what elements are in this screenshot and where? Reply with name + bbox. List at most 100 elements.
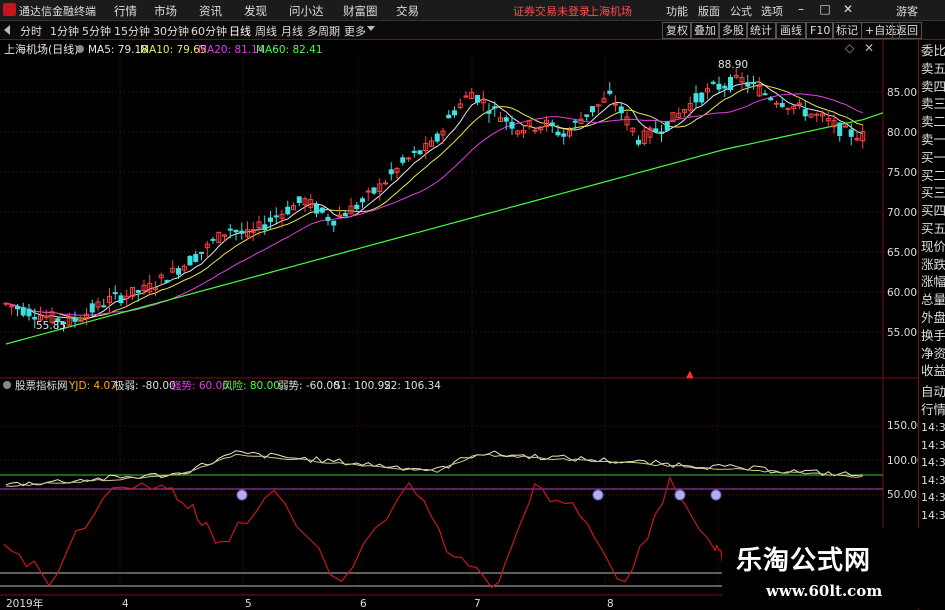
candle-body	[32, 316, 38, 320]
candle-body	[532, 129, 538, 132]
panel-row-17: 净资	[921, 345, 945, 361]
candle-body	[199, 251, 204, 254]
period-tab-30min[interactable]: 30分钟	[153, 23, 189, 39]
period-tab-15min[interactable]: 15分钟	[114, 23, 150, 39]
candle-body	[848, 129, 854, 137]
menu-item-zixun[interactable]: 资讯	[199, 3, 222, 19]
fengxian-legend: 风险: 80.00	[222, 379, 280, 392]
period-tab-1min[interactable]: 1分钟	[50, 23, 79, 39]
candle-body	[837, 122, 843, 137]
panel-row-11: 现价	[921, 238, 945, 254]
menu-item-faxian[interactable]: 发现	[244, 3, 267, 19]
panel-auto[interactable]: 自动	[921, 383, 945, 400]
signal-arrow-icon: ▲	[686, 369, 694, 380]
jiruo-legend: 极弱: -80.00	[114, 379, 176, 392]
low-price-label: 55.85	[36, 320, 66, 332]
candle-body	[762, 93, 768, 96]
price-tick-6: 55.00	[887, 327, 917, 339]
panel-time-1: 14:30	[921, 438, 945, 452]
candle-body	[584, 114, 590, 117]
period-tab-monthly[interactable]: 月线	[281, 23, 303, 39]
f10-button[interactable]: F10	[806, 22, 835, 39]
candle-body	[745, 82, 751, 87]
panel-row-10: 买五	[921, 221, 945, 236]
candle-body	[664, 121, 670, 131]
candle-body	[383, 182, 388, 185]
guest-label[interactable]: 游客	[896, 3, 918, 19]
high-price-label: 88.90	[718, 59, 748, 71]
period-tab-more[interactable]: 更多	[344, 23, 366, 39]
period-tab-weekly[interactable]: 周线	[255, 23, 277, 39]
menu-item-gongshi[interactable]: 公式	[730, 3, 752, 19]
diamond-icon[interactable]: ◇	[845, 41, 855, 55]
panel-time-3: 14:30	[921, 473, 945, 487]
menu-item-jiaoyi[interactable]: 交易	[396, 3, 419, 19]
price-tick-2: 75.00	[887, 167, 917, 179]
s1-line	[5, 450, 863, 487]
ma20-line	[5, 93, 863, 316]
candle-body	[3, 302, 9, 305]
menu-item-hangqing[interactable]: 行情	[114, 3, 137, 19]
candle-body	[314, 204, 319, 214]
candle-body	[417, 150, 423, 155]
candle-body	[716, 83, 722, 90]
login-warning[interactable]: 证券交易未登录	[513, 3, 590, 19]
candle-body	[268, 217, 273, 222]
menu-item-xuanxiang[interactable]: 选项	[761, 3, 783, 19]
fuquan-button[interactable]: 复权	[662, 22, 692, 39]
candle-body	[572, 120, 578, 123]
menu-item-shichang[interactable]: 市场	[154, 3, 177, 19]
signal-marker-icon	[710, 489, 722, 501]
watermark: 乐淘公式网 www.60lt.com	[722, 528, 945, 609]
candle-body	[388, 169, 394, 175]
candle-body	[699, 92, 705, 103]
minimize-icon[interactable]: –	[794, 2, 808, 16]
menu-item-banmian[interactable]: 版面	[698, 3, 720, 19]
candle-body	[285, 206, 291, 215]
back-button[interactable]: 返回	[892, 22, 922, 39]
period-tab-multi[interactable]: 多周期	[307, 23, 340, 39]
candle-body	[722, 85, 728, 89]
title-bar: 通达信金融终端 行情 市场 资讯 发现 问小达 财富圈 交易 证券交易未登录 上…	[0, 0, 945, 21]
indicator-settings-icon[interactable]	[3, 381, 11, 389]
signal-marker-icon	[236, 489, 248, 501]
chevron-down-icon[interactable]	[367, 26, 375, 31]
multi-stock-button[interactable]: 多股	[718, 22, 748, 39]
settings-dot-icon[interactable]	[76, 45, 84, 53]
maximize-icon[interactable]: □	[818, 2, 832, 16]
candle-body	[273, 215, 279, 218]
menu-item-caifuquan[interactable]: 财富圈	[343, 3, 378, 19]
candle-body	[331, 220, 337, 226]
period-tab-5min[interactable]: 5分钟	[82, 23, 111, 39]
quote-side-panel: 委比 卖五 卖四 卖三 卖二 卖一 买一 买二 买三 买四 买五 现价 涨跌 涨幅 总量 外盘 换手 净资 收益 自…	[918, 40, 945, 610]
mark-button[interactable]: 标记	[832, 22, 862, 39]
indicator-tick-1: 100.00	[887, 455, 918, 467]
scroll-left-icon[interactable]	[4, 25, 10, 35]
candle-body	[239, 230, 245, 234]
candle-body	[9, 305, 15, 308]
candle-body	[227, 228, 233, 231]
candle-body	[296, 196, 302, 204]
candle-body	[693, 93, 699, 103]
panel-row-4: 卖二	[921, 114, 945, 130]
statistics-button[interactable]: 统计	[746, 22, 776, 39]
qiangshi-legend: 强势: 60.00	[171, 379, 229, 392]
candle-body	[371, 187, 377, 194]
kline-chart[interactable]: 上海机场(日线) MA5: 79.18 MA10: 79.65 MA20: 81…	[0, 40, 918, 610]
close-icon[interactable]: ✕	[841, 2, 855, 16]
period-tab-fenshi[interactable]: 分时	[20, 23, 42, 39]
candle-body	[354, 204, 360, 210]
period-tab-daily[interactable]: 日线	[229, 23, 251, 39]
draw-line-button[interactable]: 画线	[776, 22, 806, 39]
close-panel-icon[interactable]: ✕	[864, 41, 874, 55]
x-tick-0: 2019年	[6, 597, 43, 610]
panel-row-5: 卖一	[921, 132, 945, 147]
period-tab-60min[interactable]: 60分钟	[191, 23, 227, 39]
panel-time-4: 14:30	[921, 491, 945, 504]
panel-quote[interactable]: 行情	[921, 401, 945, 418]
menu-item-gongneng[interactable]: 功能	[666, 3, 688, 19]
overlay-button[interactable]: 叠加	[690, 22, 720, 39]
current-stock-name: 上海机场	[588, 5, 632, 18]
main-chart-title: 上海机场(日线)	[4, 42, 79, 56]
menu-item-wenxiaoda[interactable]: 问小达	[289, 3, 324, 19]
